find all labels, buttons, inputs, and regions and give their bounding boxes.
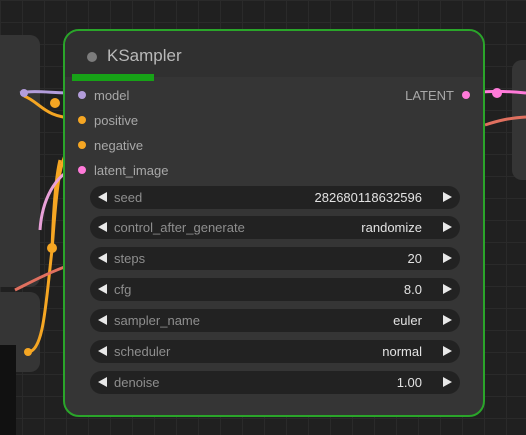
widget-label: cfg xyxy=(114,282,132,297)
widget-label: denoise xyxy=(114,375,160,390)
widget-scheduler[interactable]: scheduler normal xyxy=(90,340,460,363)
slot-dot-icon[interactable] xyxy=(78,141,86,149)
ksampler-node[interactable]: KSampler model positive negative latent_… xyxy=(63,29,485,417)
increment-arrow-icon[interactable] xyxy=(443,377,452,387)
increment-arrow-icon[interactable] xyxy=(443,346,452,356)
widget-value[interactable]: 282680118632596 xyxy=(315,190,423,205)
slot-label: positive xyxy=(94,112,139,128)
decrement-arrow-icon[interactable] xyxy=(98,222,107,232)
widget-label: sampler_name xyxy=(114,313,200,328)
increment-arrow-icon[interactable] xyxy=(443,192,452,202)
upstream-node[interactable] xyxy=(0,35,40,287)
node-header[interactable]: KSampler xyxy=(65,31,483,77)
increment-arrow-icon[interactable] xyxy=(443,284,452,294)
slot-dot-icon[interactable] xyxy=(462,91,470,99)
progress-bar xyxy=(72,74,154,81)
slot-dot-icon[interactable] xyxy=(78,91,86,99)
widget-cfg[interactable]: cfg 8.0 xyxy=(90,278,460,301)
downstream-node[interactable] xyxy=(512,60,526,180)
widget-value[interactable]: normal xyxy=(382,344,422,359)
input-slot-positive[interactable]: positive xyxy=(78,109,138,131)
widget-value[interactable]: 1.00 xyxy=(397,375,422,390)
decrement-arrow-icon[interactable] xyxy=(98,377,107,387)
offscreen-panel xyxy=(0,345,16,435)
input-slot-negative[interactable]: negative xyxy=(78,134,143,156)
widget-control-after-generate[interactable]: control_after_generate randomize xyxy=(90,216,460,239)
node-title: KSampler xyxy=(107,46,182,65)
widget-label: steps xyxy=(114,251,146,266)
slot-label: model xyxy=(94,87,130,103)
decrement-arrow-icon[interactable] xyxy=(98,253,107,263)
collapse-dot-icon[interactable] xyxy=(87,52,97,62)
widget-label: control_after_generate xyxy=(114,220,245,235)
widget-value[interactable]: 8.0 xyxy=(404,282,422,297)
slot-label: negative xyxy=(94,137,144,153)
widget-value[interactable]: euler xyxy=(393,313,422,328)
output-slot-latent[interactable]: LATENT xyxy=(405,84,470,106)
decrement-arrow-icon[interactable] xyxy=(98,284,107,294)
widget-label: seed xyxy=(114,190,143,205)
widget-seed[interactable]: seed 282680118632596 xyxy=(90,186,460,209)
slot-label: LATENT xyxy=(405,87,454,103)
widget-denoise[interactable]: denoise 1.00 xyxy=(90,371,460,394)
widget-sampler-name[interactable]: sampler_name euler xyxy=(90,309,460,332)
decrement-arrow-icon[interactable] xyxy=(98,315,107,325)
widget-steps[interactable]: steps 20 xyxy=(90,247,460,270)
decrement-arrow-icon[interactable] xyxy=(98,346,107,356)
widget-value[interactable]: 20 xyxy=(408,251,422,266)
increment-arrow-icon[interactable] xyxy=(443,315,452,325)
increment-arrow-icon[interactable] xyxy=(443,222,452,232)
input-slot-model[interactable]: model xyxy=(78,84,129,106)
widget-value[interactable]: randomize xyxy=(361,220,422,235)
increment-arrow-icon[interactable] xyxy=(443,253,452,263)
decrement-arrow-icon[interactable] xyxy=(98,192,107,202)
slot-dot-icon[interactable] xyxy=(78,116,86,124)
widget-label: scheduler xyxy=(114,344,171,359)
input-slot-latent-image[interactable]: latent_image xyxy=(78,159,168,181)
slot-dot-icon[interactable] xyxy=(78,166,86,174)
slot-label: latent_image xyxy=(94,162,169,178)
